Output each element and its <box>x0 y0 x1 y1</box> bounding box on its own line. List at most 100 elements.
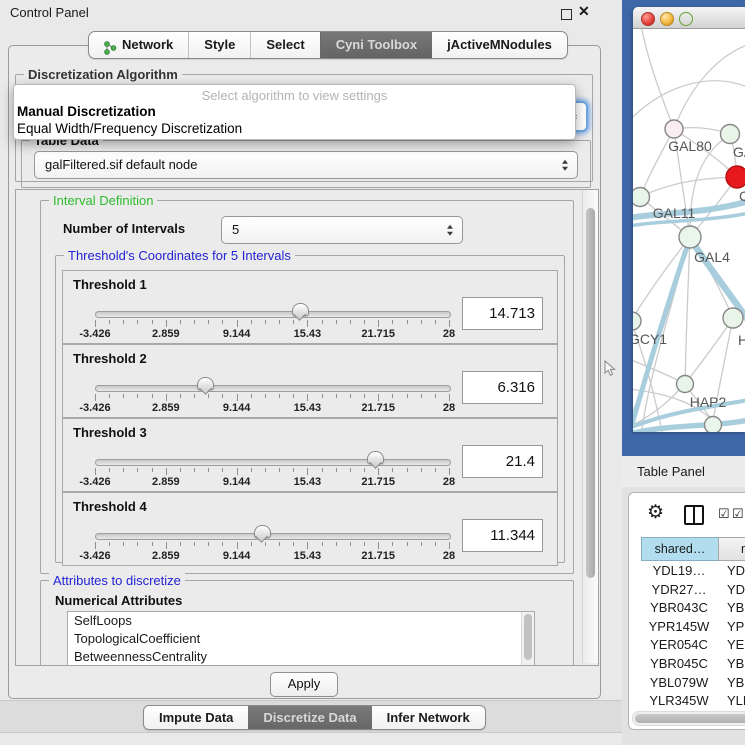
threshold-slider[interactable]: -3.4262.8599.14415.4321.71528 <box>95 307 449 341</box>
threshold-slider[interactable]: -3.4262.8599.14415.4321.71528 <box>95 529 449 563</box>
network-node[interactable] <box>705 417 722 433</box>
tick-mark <box>194 320 195 324</box>
network-node[interactable] <box>721 125 740 144</box>
table-row[interactable]: YER054C YER0 <box>629 636 745 655</box>
table-cell[interactable]: YER0 <box>727 636 745 655</box>
tab-jactivemnodules[interactable]: jActiveMNodules <box>432 32 567 58</box>
threshold-slider[interactable]: -3.4262.8599.14415.4321.71528 <box>95 381 449 415</box>
threshold-value-field[interactable]: 14.713 <box>462 297 543 330</box>
threshold-slider[interactable]: -3.4262.8599.14415.4321.71528 <box>95 455 449 489</box>
table-cell[interactable]: YBR043C <box>641 599 717 618</box>
select-columns-icon[interactable]: ☑ <box>718 506 730 522</box>
popup-item-equal-width-frequency[interactable]: Equal Width/Frequency Discretization <box>17 121 242 136</box>
table-cell[interactable]: YDR2 <box>727 581 745 600</box>
list-scrollbar[interactable] <box>521 612 534 666</box>
table-row[interactable]: YDR27… YDR2 <box>629 581 745 600</box>
table-cell[interactable]: YLR3 <box>727 692 745 711</box>
table-row[interactable]: YDL19… YDL1 <box>629 562 745 581</box>
popup-item-manual-discretization[interactable]: Manual Discretization <box>17 104 156 119</box>
tab-style[interactable]: Style <box>188 32 250 58</box>
horizontal-scrollbar-thumb[interactable] <box>635 714 745 723</box>
network-node[interactable] <box>665 120 683 138</box>
table-row[interactable]: YPR145W YPR1 <box>629 618 745 637</box>
tab-infer-network[interactable]: Infer Network <box>372 706 485 729</box>
slider-thumb[interactable] <box>292 303 309 316</box>
table-row[interactable]: YLR345W YLR3 <box>629 692 745 711</box>
scale-label: 2.859 <box>152 476 180 488</box>
vertical-scrollbar-thumb[interactable] <box>586 208 595 578</box>
tab-select[interactable]: Select <box>250 32 319 58</box>
network-window[interactable]: GAL80GACGAL11GAL4GCY1HHAP2 <box>633 7 745 432</box>
list-item[interactable]: SelfLoops <box>68 612 534 630</box>
tick-mark <box>222 320 223 324</box>
network-node[interactable] <box>677 376 694 393</box>
table-cell[interactable]: YPR145W <box>641 618 717 637</box>
slider-thumb[interactable] <box>197 377 214 390</box>
vertical-scrollbar[interactable] <box>582 190 598 663</box>
number-of-intervals-spinner[interactable]: 5 <box>221 216 463 244</box>
numerical-attributes-list[interactable]: SelfLoopsTopologicalCoefficientBetweenne… <box>67 611 535 666</box>
tick-mark <box>336 320 337 324</box>
list-item[interactable]: BetweennessCentrality <box>68 648 534 666</box>
tick-mark <box>237 468 238 475</box>
table-data-combobox[interactable]: galFiltered.sif default node <box>34 151 578 179</box>
slider-track[interactable] <box>95 385 451 392</box>
table-cell[interactable]: YBR0 <box>727 599 745 618</box>
slider-track[interactable] <box>95 533 451 540</box>
table-cell[interactable]: YDR27… <box>641 581 717 600</box>
table-cell[interactable]: YPR1 <box>727 618 745 637</box>
network-window-titlebar[interactable] <box>633 7 745 29</box>
threshold-value-field[interactable]: 21.4 <box>462 445 543 478</box>
tab-cyni-toolbox[interactable]: Cyni Toolbox <box>320 32 432 58</box>
close-icon[interactable]: ✕ <box>578 3 590 20</box>
slider-track[interactable] <box>95 311 451 318</box>
network-node[interactable] <box>679 226 701 248</box>
table-cell[interactable]: YBR045C <box>641 655 717 674</box>
tab-discretize-data[interactable]: Discretize Data <box>248 706 371 729</box>
mouse-cursor <box>604 360 616 377</box>
table-cell[interactable]: YDL1 <box>727 562 745 581</box>
table-row[interactable]: YBR043C YBR0 <box>629 599 745 618</box>
network-canvas[interactable]: GAL80GACGAL11GAL4GCY1HHAP2 <box>633 29 745 432</box>
threshold-value-field[interactable]: 6.316 <box>462 371 543 404</box>
table-cell[interactable]: YBL0 <box>727 674 745 693</box>
network-node[interactable] <box>726 166 745 188</box>
network-node[interactable] <box>633 312 641 330</box>
traffic-light-minimize-icon[interactable] <box>660 12 674 26</box>
slider-thumb[interactable] <box>367 451 384 464</box>
column-header-shared-name[interactable]: shared… <box>641 537 719 561</box>
table-row[interactable]: YBR045C YBR0 <box>629 655 745 674</box>
tab-network[interactable]: Network <box>89 32 188 58</box>
table-cell[interactable]: YER054C <box>641 636 717 655</box>
list-item[interactable]: TopologicalCoefficient <box>68 630 534 648</box>
tick-mark <box>336 394 337 398</box>
apply-button[interactable]: Apply <box>270 672 338 697</box>
table-cell[interactable]: YLR345W <box>641 692 717 711</box>
horizontal-scrollbar[interactable] <box>632 711 745 726</box>
tab-label: Network <box>122 32 173 58</box>
tick-mark <box>95 542 96 549</box>
network-node[interactable] <box>723 308 743 328</box>
tab-impute-data[interactable]: Impute Data <box>144 706 248 729</box>
table-cell[interactable]: YBR0 <box>727 655 745 674</box>
threshold-label: Threshold 3 <box>73 425 147 440</box>
select-rows-icon[interactable]: ☑ <box>732 506 744 522</box>
tick-mark <box>322 394 323 398</box>
scale-label: 21.715 <box>361 402 395 414</box>
table-cell[interactable]: YBL079W <box>641 674 717 693</box>
traffic-light-zoom-icon[interactable] <box>679 12 693 26</box>
top-tab-bar: Network Style Select Cyni Toolbox jActiv… <box>88 31 568 59</box>
tick-mark <box>265 394 266 398</box>
float-window-icon[interactable] <box>561 9 572 20</box>
column-header-name[interactable]: na <box>718 537 745 561</box>
table-cell[interactable]: YDL19… <box>641 562 717 581</box>
split-view-icon[interactable] <box>684 505 704 525</box>
threshold-value-field[interactable]: 11.344 <box>462 519 543 552</box>
gear-icon[interactable]: ⚙ <box>647 501 664 524</box>
network-node[interactable] <box>633 188 650 207</box>
slider-track[interactable] <box>95 459 451 466</box>
table-row[interactable]: YBL079W YBL0 <box>629 674 745 693</box>
slider-thumb[interactable] <box>254 525 271 538</box>
list-scrollbar-thumb[interactable] <box>524 614 532 660</box>
traffic-light-close-icon[interactable] <box>641 12 655 26</box>
